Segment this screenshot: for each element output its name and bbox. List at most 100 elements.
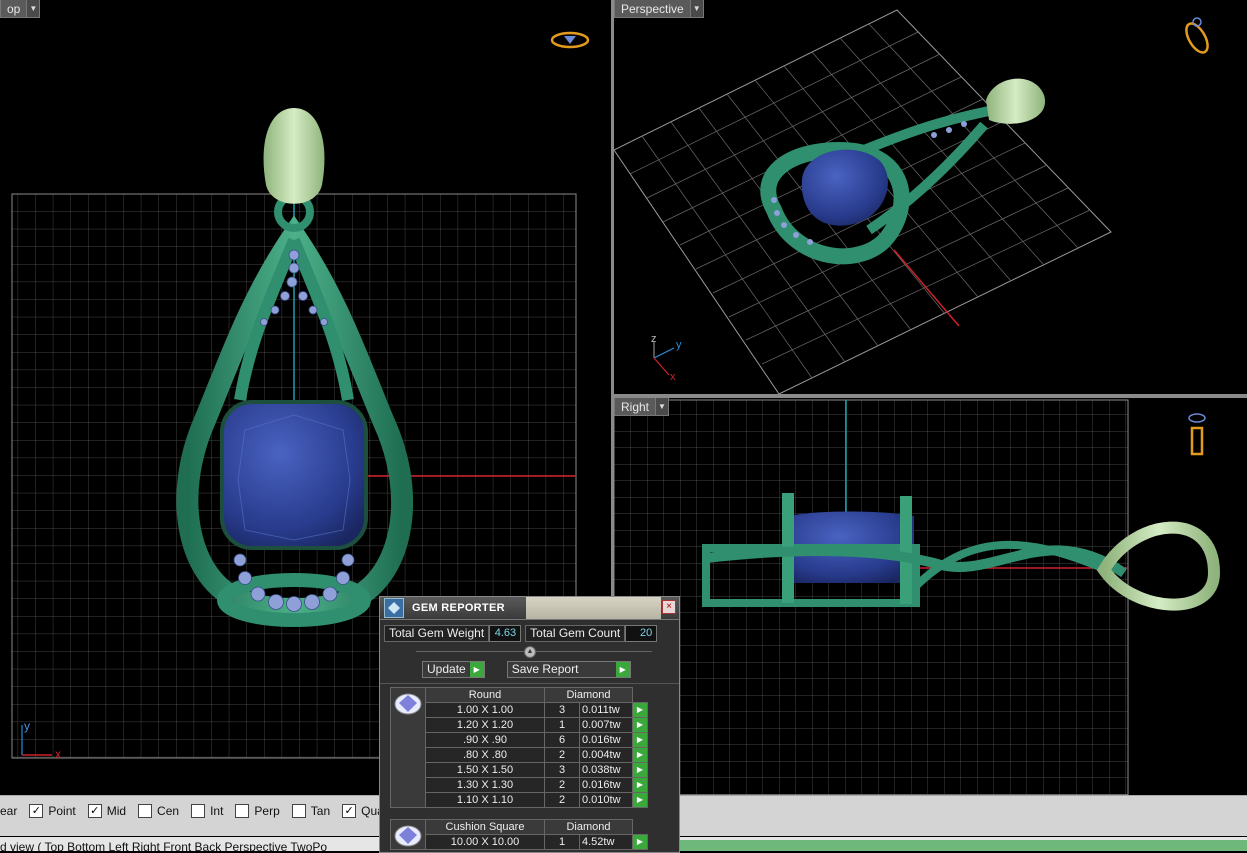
- osnap-ear[interactable]: ear: [0, 804, 17, 818]
- gem-shape-icon[interactable]: [390, 819, 426, 850]
- osnap-perp[interactable]: Perp: [235, 804, 280, 818]
- table-row[interactable]: 10.00 X 10.00 1 4.52tw ▶: [391, 834, 648, 850]
- gem-shape-label: Round: [425, 687, 545, 703]
- header-spacer: [632, 819, 648, 835]
- select-gems-icon[interactable]: ▶: [632, 702, 648, 718]
- view-orientation-icon: [1188, 413, 1206, 456]
- table-row[interactable]: 1.20 X 1.20 1 0.007tw ▶: [391, 717, 648, 733]
- gem-size-cell: 1.10 X 1.10: [425, 792, 545, 808]
- select-gems-icon[interactable]: ▶: [632, 777, 648, 793]
- osnap-label: Int: [210, 804, 224, 818]
- viewport-divider-horizontal[interactable]: [611, 394, 1247, 398]
- gem-count-cell: 2: [544, 747, 580, 763]
- gem-count-cell: 2: [544, 792, 580, 808]
- gem-size-cell: .90 X .90: [425, 732, 545, 748]
- osnap-cen[interactable]: Cen: [138, 804, 179, 818]
- chevron-down-icon[interactable]: ▼: [690, 0, 704, 18]
- gem-count-cell: 3: [544, 762, 580, 778]
- gem-weight-cell: 0.016tw: [579, 732, 633, 748]
- gem-reporter-panel: GEM REPORTER × Total Gem Weight 4.63 Tot…: [379, 596, 680, 853]
- osnap-int[interactable]: Int: [191, 804, 223, 818]
- viewport-tab-top[interactable]: op ▼: [0, 0, 41, 18]
- select-gems-icon[interactable]: ▶: [632, 747, 648, 763]
- gem-weight-cell: 0.010tw: [579, 792, 633, 808]
- gem-size-cell: 1.30 X 1.30: [425, 777, 545, 793]
- osnap-point[interactable]: ✓ Point: [29, 804, 76, 818]
- gem-shape-icon[interactable]: [390, 687, 426, 808]
- viewport-tab-right[interactable]: Right ▼: [614, 398, 670, 416]
- osnap-checkbox[interactable]: [235, 804, 250, 818]
- table-row[interactable]: 1.30 X 1.30 2 0.016tw ▶: [391, 777, 648, 793]
- collapse-toggle-icon[interactable]: ▲: [524, 646, 536, 658]
- osnap-label: ear: [0, 804, 18, 818]
- gem-reporter-title: GEM REPORTER: [412, 602, 505, 614]
- play-arrow-icon: ▶: [469, 662, 484, 677]
- gem-group-header: Round Diamond: [390, 687, 648, 808]
- table-row[interactable]: 1.00 X 1.00 3 0.011tw ▶: [391, 702, 648, 718]
- osnap-checkbox[interactable]: ✓: [29, 804, 44, 818]
- select-gems-icon[interactable]: ▶: [632, 732, 648, 748]
- osnap-checkbox[interactable]: ✓: [87, 804, 102, 818]
- chevron-down-icon[interactable]: ▼: [27, 0, 41, 18]
- table-row[interactable]: 1.10 X 1.10 2 0.010tw ▶: [391, 792, 648, 808]
- update-button-label: Update: [427, 662, 466, 676]
- viewport-label[interactable]: op: [0, 0, 28, 18]
- gem-group-table: Round Diamond 1.00 X 1.00 3 0.011tw ▶ 1.20 X 1…: [390, 687, 648, 808]
- right-view-canvas[interactable]: [614, 398, 1247, 795]
- osnap-checkbox[interactable]: [291, 804, 306, 818]
- gem-shape-label: Cushion Square: [425, 819, 545, 835]
- osnap-label: Point: [48, 804, 76, 818]
- select-gems-icon[interactable]: ▶: [632, 717, 648, 733]
- view-orientation-icon: [550, 31, 590, 49]
- total-gem-count-label: Total Gem Count: [525, 625, 626, 642]
- save-report-button[interactable]: Save Report ▶: [506, 661, 631, 678]
- update-button[interactable]: Update ▶: [422, 661, 485, 678]
- play-arrow-icon: ▶: [615, 662, 630, 677]
- viewport-label[interactable]: Perspective: [614, 0, 691, 18]
- y-axis-label: y: [676, 339, 682, 351]
- osnap-checkbox[interactable]: [138, 804, 153, 818]
- x-axis-label: x: [55, 747, 61, 761]
- gem-count-cell: 3: [544, 702, 580, 718]
- gem-weight-cell: 0.038tw: [579, 762, 633, 778]
- z-axis-label: z: [651, 333, 657, 345]
- viewport-label[interactable]: Right: [614, 398, 657, 416]
- osnap-tan[interactable]: Tan: [291, 804, 330, 818]
- construction-grid: [614, 399, 1129, 795]
- divider: [380, 683, 679, 684]
- gem-weight-cell: 0.016tw: [579, 777, 633, 793]
- table-row[interactable]: .90 X .90 6 0.016tw ▶: [391, 732, 648, 748]
- close-icon[interactable]: ×: [662, 600, 676, 614]
- perspective-canvas[interactable]: z y x: [614, 0, 1247, 394]
- titlebar-background: [526, 597, 661, 619]
- y-axis-label: y: [24, 719, 30, 733]
- gem-count-cell: 1: [544, 834, 580, 850]
- perspective-viewport[interactable]: Perspective ▼ z y x: [614, 0, 1247, 394]
- gem-reporter-titlebar[interactable]: GEM REPORTER ×: [380, 597, 679, 620]
- gem-size-cell: 1.50 X 1.50: [425, 762, 545, 778]
- gem-size-cell: .80 X .80: [425, 747, 545, 763]
- gem-group-header: Cushion Square Diamond: [390, 819, 648, 850]
- table-row[interactable]: 1.50 X 1.50 3 0.038tw ▶: [391, 762, 648, 778]
- gem-size-cell: 10.00 X 10.00: [425, 834, 545, 850]
- total-gem-count-value: 20: [625, 625, 658, 642]
- x-axis-line: [893, 249, 960, 327]
- select-gems-icon[interactable]: ▶: [632, 762, 648, 778]
- right-viewport[interactable]: Right ▼: [614, 398, 1247, 795]
- select-gems-icon[interactable]: ▶: [632, 792, 648, 808]
- bail: [263, 108, 325, 204]
- chevron-down-icon[interactable]: ▼: [656, 398, 670, 416]
- select-gems-icon[interactable]: ▶: [632, 834, 648, 850]
- osnap-checkbox[interactable]: ✓: [342, 804, 357, 818]
- total-gem-weight-value: 4.63: [489, 625, 522, 642]
- status-progress-bar: [680, 840, 1247, 851]
- gem-weight-cell: 0.011tw: [579, 702, 633, 718]
- osnap-checkbox[interactable]: [191, 804, 206, 818]
- table-row[interactable]: .80 X .80 2 0.004tw ▶: [391, 747, 648, 763]
- center-gem: [220, 400, 368, 550]
- gem-size-cell: 1.00 X 1.00: [425, 702, 545, 718]
- osnap-mid[interactable]: ✓ Mid: [87, 804, 126, 818]
- viewport-tab-perspective[interactable]: Perspective ▼: [614, 0, 704, 18]
- gem-material-label: Diamond: [544, 819, 633, 835]
- save-report-button-label: Save Report: [511, 662, 579, 676]
